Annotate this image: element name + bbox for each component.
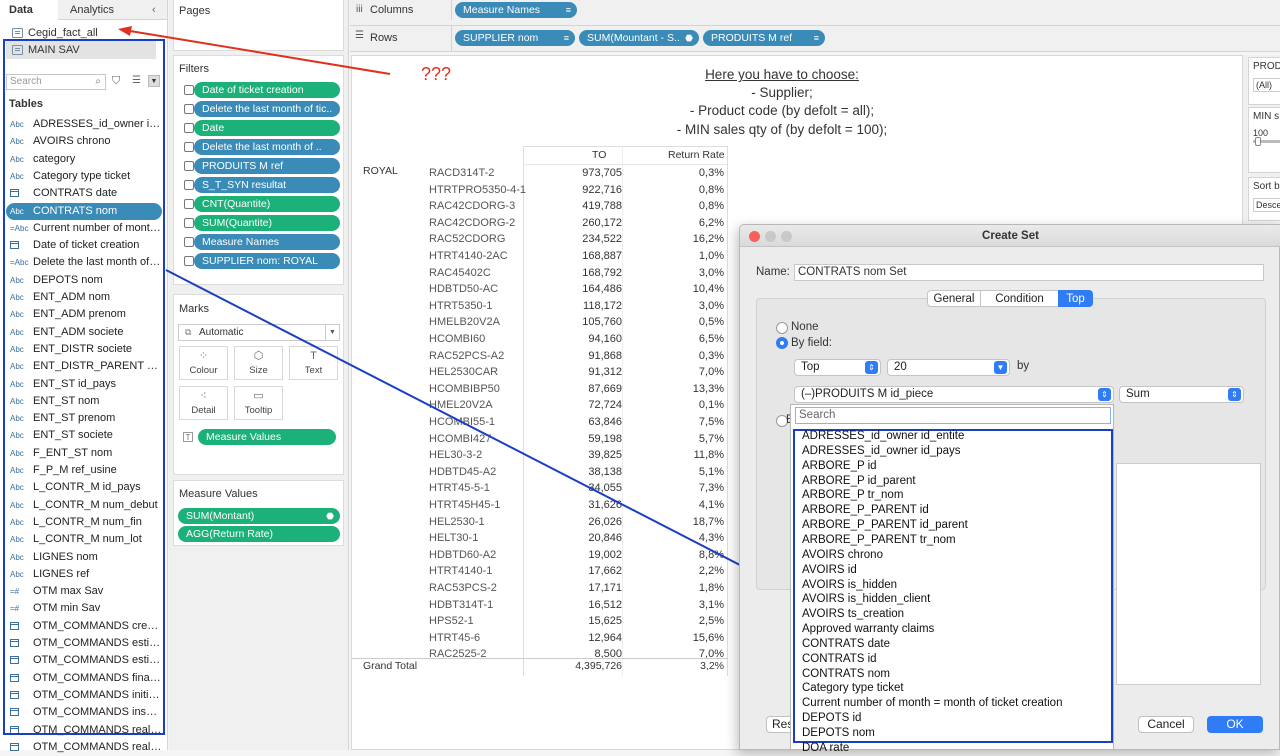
dropdown-item[interactable]: AVOIRS chrono [802,548,883,563]
annotation-blue-arrow [165,269,776,584]
field-dropdown[interactable]: Search ADRESSES_id_owner id_entite ADRESS… [790,404,1114,754]
radio-by-field-label: By field: [791,337,832,349]
dropdown-item[interactable]: Category type ticket [802,681,904,696]
top-count-select[interactable]: 20 ▼ [887,359,1010,376]
dropdown-item[interactable]: DOA rate [802,741,849,756]
maximize-window-icon[interactable] [781,231,792,242]
dropdown-item[interactable]: ARBORE_P_PARENT id [802,503,929,518]
dropdown-item[interactable]: AVOIRS ts_creation [802,607,904,622]
chevron-down-icon: ▼ [994,361,1007,374]
tab-condition[interactable]: Condition [980,290,1059,307]
top-bottom-select[interactable]: Top ⇕ [794,359,881,376]
minimize-window-icon[interactable] [765,231,776,242]
annotation-red-arrow [129,30,391,75]
dropdown-item[interactable]: ARBORE_P_PARENT tr_nom [802,533,956,548]
formula-area[interactable] [1116,463,1261,685]
ok-button[interactable]: OK [1207,716,1263,733]
annotation-field-list-box [3,39,165,735]
dropdown-item[interactable]: ADRESSES_id_owner id_entite [802,429,964,444]
dropdown-item[interactable]: ARBORE_P id [802,459,877,474]
dropdown-item[interactable]: CONTRATS nom [802,667,890,682]
dropdown-search-input[interactable]: Search [795,407,1111,424]
tab-top[interactable]: Top [1058,290,1093,307]
set-name-input[interactable]: CONTRATS nom Set [794,264,1264,281]
dropdown-item[interactable]: ADRESSES_id_owner id_pays [802,444,961,459]
dropdown-item[interactable]: AVOIRS is_hidden [802,578,897,593]
cancel-button[interactable]: Cancel [1138,716,1194,733]
dropdown-item[interactable]: DEPOTS nom [802,726,875,741]
dropdown-item[interactable]: ARBORE_P id_parent [802,474,916,489]
dropdown-item[interactable]: ARBORE_P tr_nom [802,488,903,503]
chevron-updown-icon: ⇕ [865,361,878,374]
name-label: Name: [756,266,790,278]
dropdown-item[interactable]: CONTRATS date [802,637,890,652]
aggregation-select[interactable]: Sum ⇕ [1119,386,1244,403]
annotation-red-arrowhead [118,26,132,36]
chevron-updown-icon: ⇕ [1098,388,1111,401]
field-select[interactable]: (–)PRODUITS M id_piece ⇕ [794,386,1114,403]
dialog-title-bar: Create Set [740,225,1280,247]
dropdown-item[interactable]: Current number of month = month of ticke… [802,696,1062,711]
radio-by-field[interactable] [776,337,788,349]
radio-none-label: None [791,321,819,333]
by-label: by [1017,360,1030,372]
tab-general[interactable]: General [927,290,981,307]
dropdown-item[interactable]: AVOIRS id [802,563,857,578]
radio-none[interactable] [776,322,788,334]
dropdown-item[interactable]: DEPOTS id [802,711,861,726]
dropdown-item[interactable]: Approved warranty claims [802,622,934,637]
close-window-icon[interactable] [749,231,760,242]
chevron-updown-icon: ⇕ [1228,388,1241,401]
dropdown-item[interactable]: ARBORE_P_PARENT id_parent [802,518,968,533]
dropdown-item[interactable]: AVOIRS is_hidden_client [802,592,930,607]
dropdown-item[interactable]: CONTRATS id [802,652,877,667]
annotation-question: ??? [421,64,452,84]
